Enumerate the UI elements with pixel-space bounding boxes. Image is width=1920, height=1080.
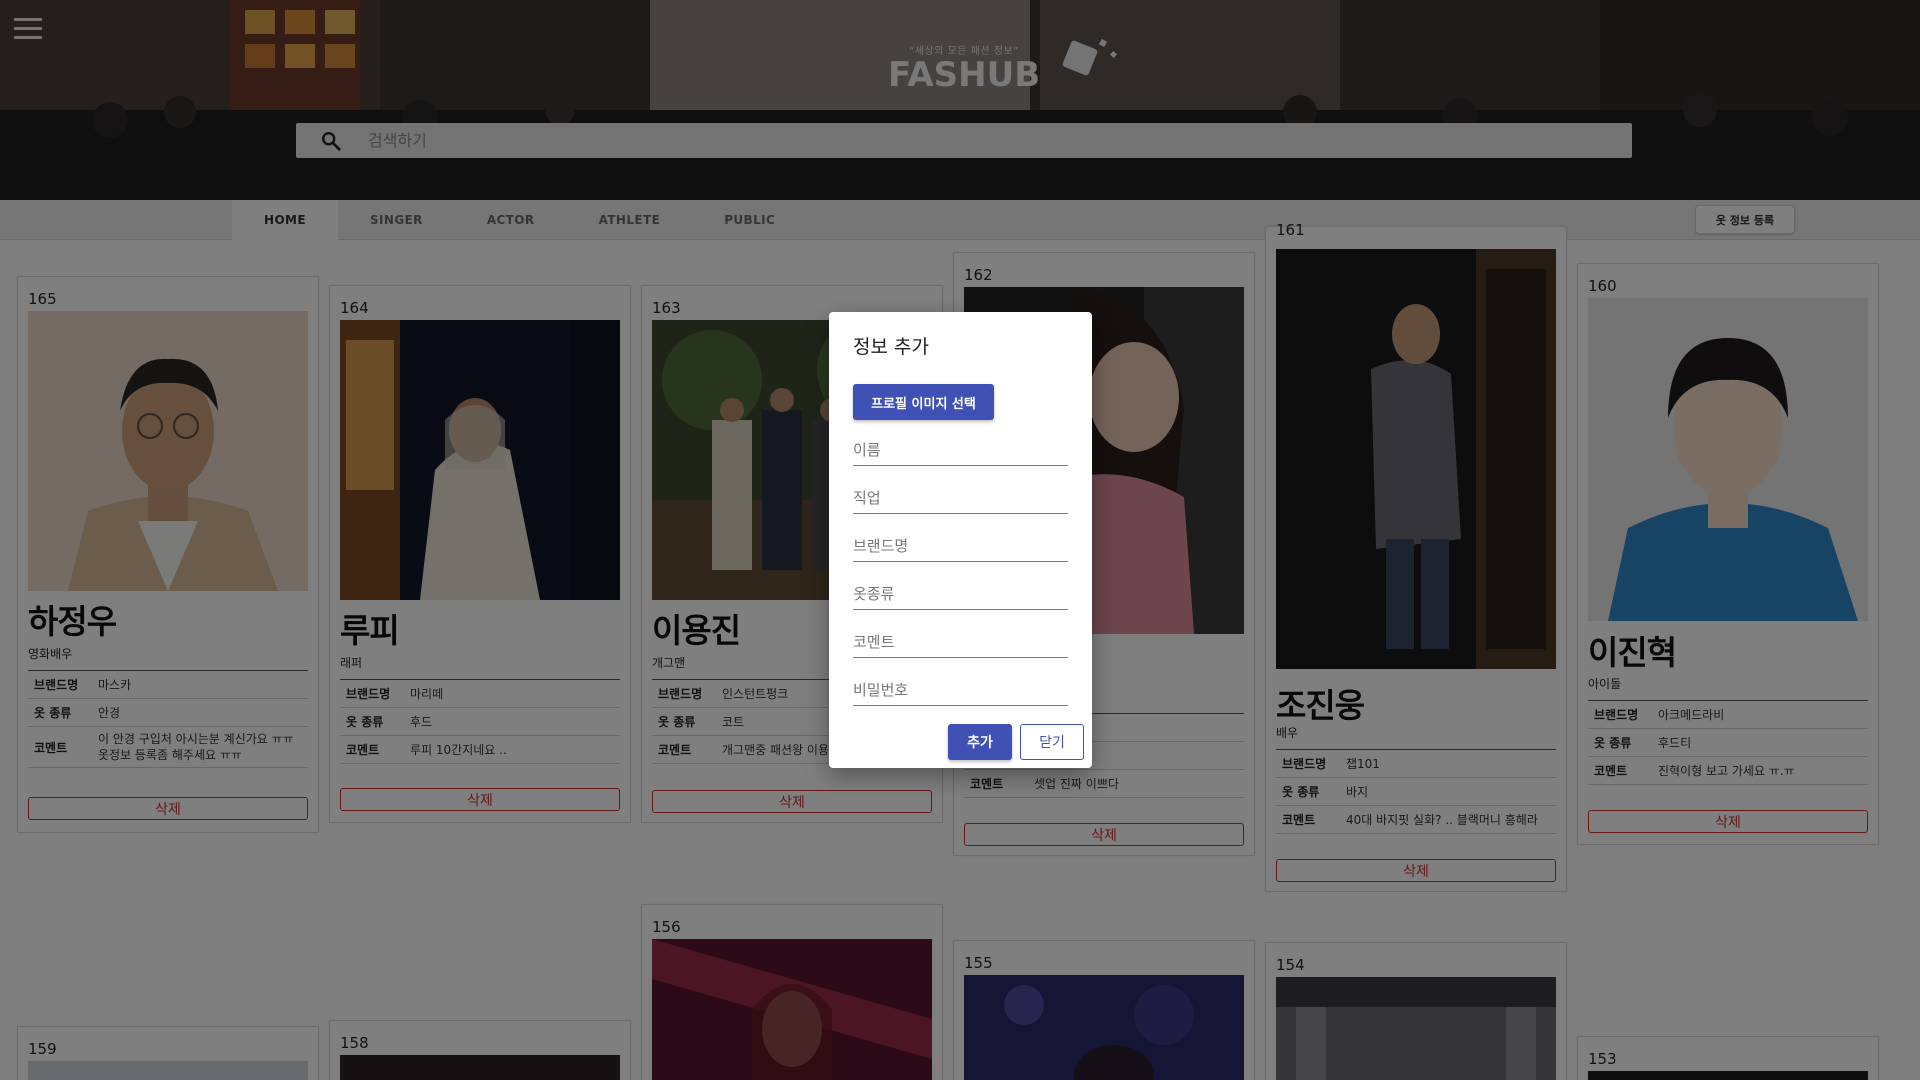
clothes-type-field bbox=[853, 580, 1068, 610]
comment-field bbox=[853, 628, 1068, 658]
job-input[interactable] bbox=[853, 484, 1068, 512]
select-profile-image-button[interactable]: 프로필 이미지 선택 bbox=[853, 384, 994, 420]
comment-input[interactable] bbox=[853, 628, 1068, 656]
dialog-title: 정보 추가 bbox=[853, 336, 929, 358]
name-input[interactable] bbox=[853, 436, 1068, 464]
close-button[interactable]: 닫기 bbox=[1020, 724, 1084, 760]
add-button[interactable]: 추가 bbox=[948, 724, 1012, 760]
brand-field bbox=[853, 532, 1068, 562]
password-input[interactable] bbox=[853, 676, 1068, 704]
password-field bbox=[853, 676, 1068, 706]
add-info-dialog: 정보 추가 프로필 이미지 선택 추가 닫기 bbox=[829, 312, 1092, 768]
name-field bbox=[853, 436, 1068, 466]
clothes-type-input[interactable] bbox=[853, 580, 1068, 608]
brand-input[interactable] bbox=[853, 532, 1068, 560]
job-field bbox=[853, 484, 1068, 514]
